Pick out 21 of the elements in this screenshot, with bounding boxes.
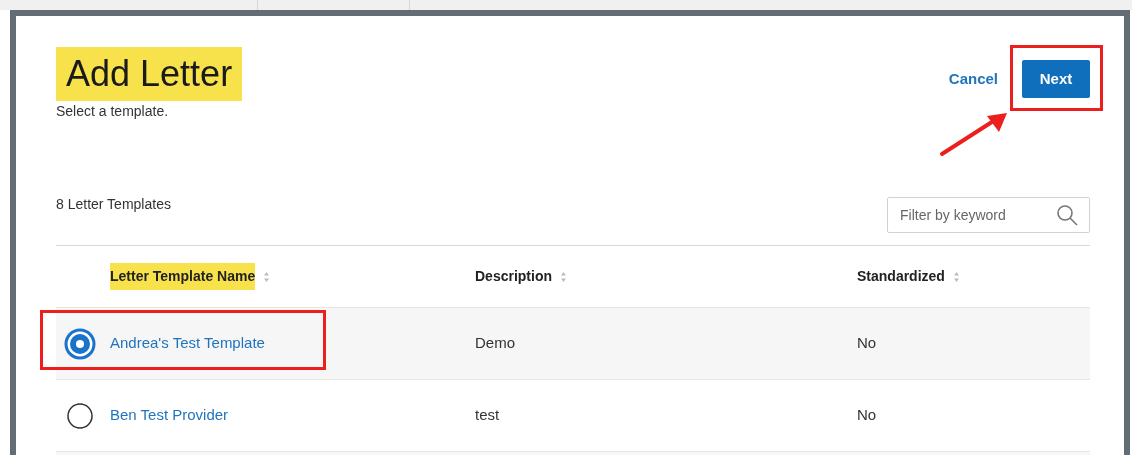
table-row[interactable]: Andrea's Test Template Demo No bbox=[56, 308, 1090, 380]
cancel-link[interactable]: Cancel bbox=[948, 67, 998, 91]
column-header[interactable]: Standardized bbox=[857, 263, 945, 290]
sort-icon[interactable] bbox=[263, 270, 271, 283]
dialog-title: Add Letter bbox=[56, 47, 243, 101]
filter-field[interactable]: Filter by keyword bbox=[887, 197, 1090, 233]
table-cell-text: No bbox=[857, 333, 878, 354]
template-link[interactable]: Ben Test Provider bbox=[110, 404, 475, 427]
sort-icon[interactable] bbox=[952, 270, 960, 283]
dialog-subtitle: Select a template. bbox=[56, 102, 169, 121]
table-cell-text: No bbox=[857, 405, 878, 426]
column-header[interactable]: Letter Template Name bbox=[110, 263, 256, 290]
radio-button[interactable] bbox=[64, 327, 96, 360]
template-count: 8 Letter Templates bbox=[56, 195, 171, 214]
column-header[interactable]: Description bbox=[475, 263, 552, 290]
table-cell-text: Demo bbox=[475, 333, 516, 354]
search-icon bbox=[1056, 204, 1078, 226]
template-link[interactable]: Andrea's Test Template bbox=[110, 332, 475, 355]
table-cell-text: test bbox=[475, 405, 501, 426]
next-button[interactable]: Next bbox=[1022, 60, 1090, 98]
sort-icon[interactable] bbox=[560, 270, 567, 283]
